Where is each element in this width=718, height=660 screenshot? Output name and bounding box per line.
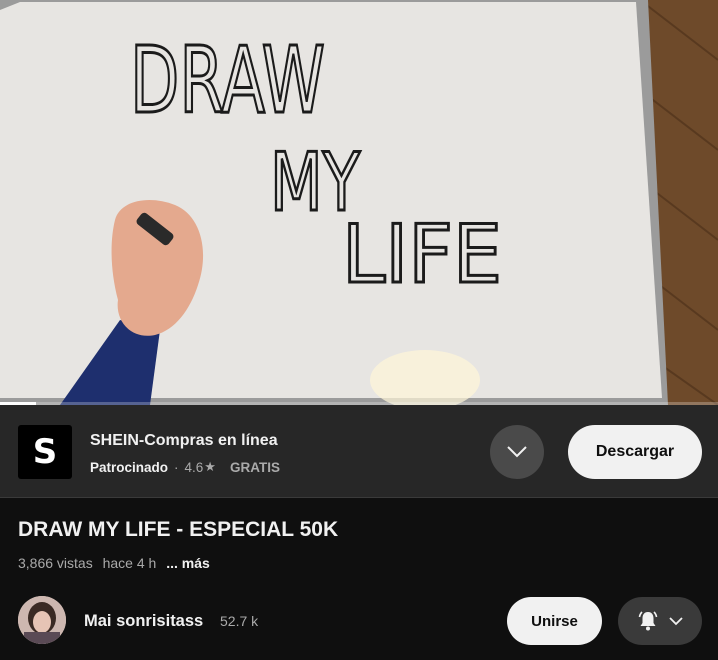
star-icon: ★ (204, 460, 216, 475)
avatar-image (18, 596, 66, 644)
ad-rating: 4.6 (184, 460, 204, 475)
shein-logo[interactable]: S (18, 425, 72, 479)
join-button[interactable]: Unirse (507, 597, 602, 645)
view-count: 3,866 vistas (18, 555, 93, 571)
chevron-down-icon (507, 446, 527, 458)
ad-meta: Patrocinado · 4.6 ★ GRATIS (90, 460, 280, 475)
channel-avatar[interactable] (18, 596, 66, 644)
ad-title[interactable]: SHEIN-Compras en línea (90, 432, 278, 450)
subscriber-count: 52.7 k (220, 613, 259, 629)
board-text-life: LIFE (342, 208, 502, 301)
board-text-draw: DRAW (130, 27, 325, 134)
channel-name[interactable]: Mai sonrisitass (84, 612, 203, 631)
subscription-bell-button[interactable] (618, 597, 702, 645)
video-player[interactable]: DRAW MY LIFE (0, 0, 718, 405)
video-frame: DRAW MY LIFE (0, 0, 718, 405)
ad-banner[interactable]: S SHEIN-Compras en línea Patrocinado · 4… (0, 405, 718, 498)
video-meta[interactable]: 3,866 vistas hace 4 h ... más (18, 555, 216, 571)
meta-separator: · (174, 460, 179, 475)
ad-expand-button[interactable] (490, 425, 544, 479)
download-button[interactable]: Descargar (568, 425, 702, 479)
sponsored-label: Patrocinado (90, 460, 169, 475)
bell-ringing-icon (638, 611, 658, 631)
upload-age: hace 4 h (102, 555, 157, 571)
shein-logo-letter: S (32, 432, 58, 472)
ad-price: GRATIS (229, 460, 280, 475)
chevron-down-icon (669, 617, 683, 626)
video-title[interactable]: DRAW MY LIFE - ESPECIAL 50K (18, 518, 338, 542)
more-link[interactable]: ... más (166, 555, 210, 571)
